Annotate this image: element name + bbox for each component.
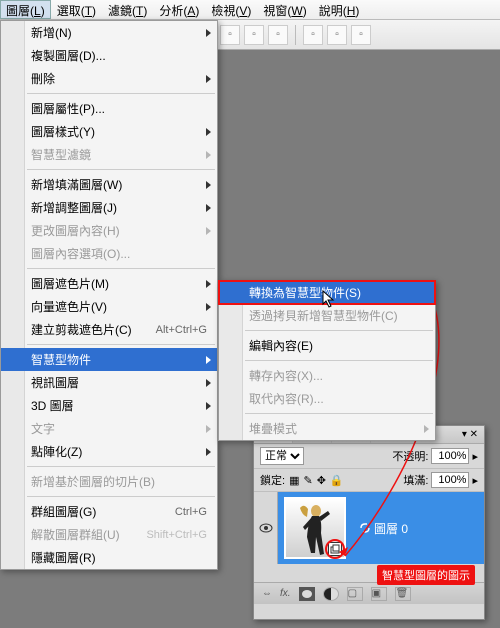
group-icon[interactable]: ▢ [347,587,363,601]
trash-icon[interactable]: 🗑 [395,587,411,601]
toolbar-align-b-icon[interactable]: ▫ [268,25,288,45]
eye-icon [259,523,273,533]
menu-說明[interactable]: 說明(H) [313,0,366,19]
layer-menu-item[interactable]: 視訊圖層 [1,371,217,394]
layer-menu-item: 新增基於圖層的切片(B) [1,470,217,493]
fill-arrow-icon[interactable]: ▸ [472,474,478,487]
layer-menu-item[interactable]: 新增(N) [1,21,217,44]
menu-檢視[interactable]: 檢視(V) [205,0,257,19]
mouse-cursor [322,290,336,311]
menubar: 圖層(L)選取(T)濾鏡(T)分析(A)檢視(V)視窗(W)說明(H) [0,0,500,20]
menu-分析[interactable]: 分析(A) [153,0,205,19]
layer-menu-item[interactable]: 複製圖層(D)... [1,44,217,67]
smart-object-menu-item: 堆疊模式 [219,417,435,440]
lock-row: 鎖定: ▦ ✎ ✥ 🔒 填滿: ▸ [254,469,484,492]
layer-menu-item[interactable]: 智慧型物件 [1,348,217,371]
layer-row[interactable]: 圖層 0 [254,492,484,564]
layer-menu-item[interactable]: 新增填滿圖層(W) [1,173,217,196]
layer-menu-item: 圖層內容選項(O)... [1,242,217,265]
layer-menu-item: 解散圖層群組(U)Shift+Ctrl+G [1,523,217,546]
opacity-label: 不透明: [392,448,428,464]
layer-menu-item[interactable]: 圖層遮色片(M) [1,272,217,295]
lock-transparent-icon[interactable]: ▦ [289,474,299,487]
layer-name[interactable]: 圖層 0 [360,520,408,537]
layer-menu-dropdown[interactable]: 新增(N)複製圖層(D)...刪除圖層屬性(P)...圖層樣式(Y)智慧型濾鏡新… [0,20,218,570]
menu-濾鏡[interactable]: 濾鏡(T) [102,0,153,19]
toolbar-align-t-icon[interactable]: ▫ [220,25,240,45]
layer-menu-item: 文字 [1,417,217,440]
new-layer-icon[interactable]: ▣ [371,587,387,601]
layer-menu-item[interactable]: 圖層屬性(P)... [1,97,217,120]
lock-all-icon[interactable]: 🔒 [330,474,344,487]
layer-menu-item[interactable]: 點陣化(Z) [1,440,217,463]
layer-menu-item[interactable]: 圖層樣式(Y) [1,120,217,143]
layer-menu-item[interactable]: 3D 圖層 [1,394,217,417]
lock-label: 鎖定: [260,472,285,488]
annotation-circle [325,539,345,559]
toolbar-d3-icon[interactable]: ▫ [351,25,371,45]
menu-視窗[interactable]: 視窗(W) [257,0,312,19]
layer-menu-item: 更改圖層內容(H) [1,219,217,242]
link-icon [360,523,370,533]
fill-input[interactable] [431,472,469,488]
blend-mode-select[interactable]: 正常 [260,447,304,465]
smart-object-menu-item[interactable]: 編輯內容(E) [219,334,435,357]
smart-object-menu-item: 取代內容(R)... [219,387,435,410]
panel-menu-icon[interactable]: ▾ ✕ [456,429,484,440]
link-layers-icon[interactable]: ⇔ [262,588,272,599]
toolbar-d2-icon[interactable]: ▫ [327,25,347,45]
blend-mode-row: 正常 不透明: ▸ [254,444,484,469]
mask-icon[interactable] [299,587,315,601]
smart-object-menu-item: 轉存內容(X)... [219,364,435,387]
toolbar-d1-icon[interactable]: ▫ [303,25,323,45]
annotation-callout: 智慧型圖層的圖示 [377,565,475,585]
lock-pixels-icon[interactable]: ✎ [303,474,312,487]
layer-menu-item: 智慧型濾鏡 [1,143,217,166]
layer-menu-item[interactable]: 隱藏圖層(R) [1,546,217,569]
fx-icon[interactable]: fx. [280,588,291,599]
layer-thumbnail[interactable] [284,497,346,559]
visibility-toggle[interactable] [254,492,278,564]
layer-menu-item[interactable]: 群組圖層(G)Ctrl+G [1,500,217,523]
opacity-arrow-icon[interactable]: ▸ [472,450,478,463]
adjustment-icon[interactable] [323,587,339,601]
lock-position-icon[interactable]: ✥ [317,474,326,487]
panel-footer: ⇔ fx. ▢ ▣ 🗑 [254,582,484,604]
fill-label: 填滿: [403,472,428,488]
layer-menu-item[interactable]: 新增調整圖層(J) [1,196,217,219]
opacity-input[interactable] [431,448,469,464]
menu-圖層[interactable]: 圖層(L) [0,0,51,19]
toolbar-align-m-icon[interactable]: ▫ [244,25,264,45]
layer-menu-item[interactable]: 建立剪裁遮色片(C)Alt+Ctrl+G [1,318,217,341]
menu-選取[interactable]: 選取(T) [51,0,102,19]
layers-panel[interactable]: 圖層 色版 路徑 ▾ ✕ 正常 不透明: ▸ 鎖定: ▦ ✎ ✥ 🔒 填滿: [253,425,485,620]
layer-menu-item[interactable]: 刪除 [1,67,217,90]
layer-menu-item[interactable]: 向量遮色片(V) [1,295,217,318]
